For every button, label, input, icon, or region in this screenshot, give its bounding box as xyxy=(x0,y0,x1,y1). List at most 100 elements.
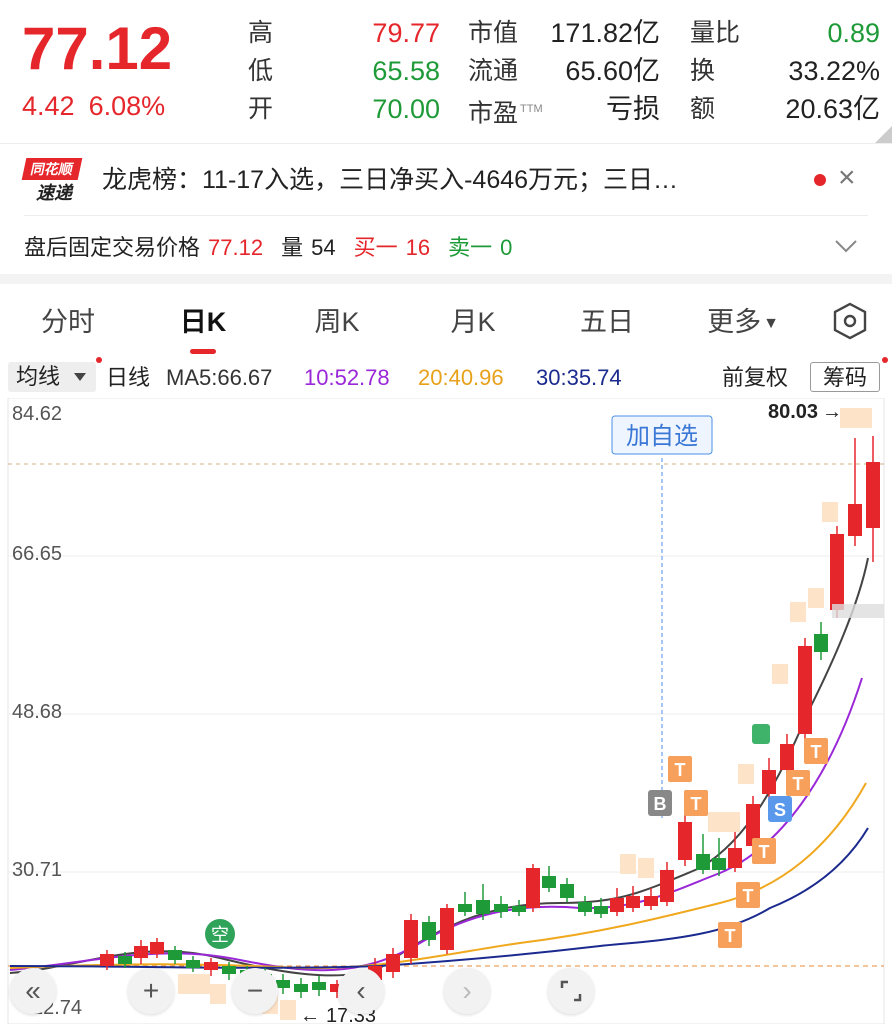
pe-ttm: TTM xyxy=(520,103,543,115)
candle-body xyxy=(644,896,658,906)
candle-body xyxy=(476,900,490,914)
svg-text:T: T xyxy=(691,794,702,814)
next-button[interactable]: › xyxy=(444,968,490,1014)
green-badge xyxy=(752,724,770,744)
tab-daily-k[interactable]: 日K xyxy=(170,300,236,344)
back-to-start-button[interactable]: « xyxy=(10,968,56,1014)
high-annotation: 80.03 xyxy=(768,401,818,423)
candle-body xyxy=(312,982,326,990)
tab-intraday[interactable]: 分时 xyxy=(36,300,100,344)
candle-body xyxy=(150,942,164,954)
candle-body xyxy=(118,956,132,964)
candle-body xyxy=(762,770,776,794)
period-label: 日线 xyxy=(106,365,151,390)
fullscreen-button[interactable] xyxy=(548,968,594,1014)
y-label: 30.71 xyxy=(12,859,62,881)
y-label: 48.68 xyxy=(12,701,62,723)
price-change: 4.42 6.08% xyxy=(22,88,179,124)
tab-five-day[interactable]: 五日 xyxy=(574,300,640,344)
news-logo: 同花顺 速递 xyxy=(21,158,84,204)
after-hours-label: 盘后固定交易价格 xyxy=(24,235,201,260)
candle-body xyxy=(678,822,692,860)
kline-chart[interactable]: 84.62 66.65 48.68 30.71 12.74 加自选 80.03 … xyxy=(0,398,892,1024)
sell1-label: 卖一 xyxy=(448,235,493,260)
chip-distribution-button[interactable]: 筹码 xyxy=(810,362,880,392)
candle-body xyxy=(440,908,454,950)
candle-body xyxy=(610,898,624,912)
candle-body xyxy=(276,980,290,988)
zoom-out-button[interactable]: − xyxy=(232,968,278,1014)
candle-body xyxy=(404,920,418,958)
prev-button[interactable]: ‹ xyxy=(338,968,384,1014)
divider xyxy=(24,215,868,216)
close-icon[interactable]: × xyxy=(838,160,856,196)
candle-body xyxy=(578,902,592,912)
mktcap-label: 市值 xyxy=(468,19,519,47)
candle-body xyxy=(100,954,114,966)
low-label: 低 xyxy=(248,57,274,85)
candle-body xyxy=(186,960,200,968)
short-marker-label: 空 xyxy=(211,925,229,945)
candle-body xyxy=(728,848,742,868)
svg-text:T: T xyxy=(811,742,822,762)
divider xyxy=(0,143,892,144)
corner-fold-icon xyxy=(874,126,892,144)
turnover-value: 33.22% xyxy=(788,56,880,86)
chevron-down-icon[interactable] xyxy=(832,232,860,260)
candle-body xyxy=(712,858,726,870)
svg-text:T: T xyxy=(675,760,686,780)
new-dot xyxy=(882,357,888,363)
candle-body xyxy=(168,950,182,960)
amount-label: 额 xyxy=(690,95,716,123)
caret-down-icon: ▼ xyxy=(763,314,779,332)
new-dot xyxy=(96,357,102,363)
low-value: 65.58 xyxy=(372,56,440,86)
tab-weekly-k[interactable]: 周K xyxy=(304,300,370,344)
candle-body xyxy=(526,868,540,908)
candle-body xyxy=(660,870,674,902)
pe-label-text: 市盈 xyxy=(468,99,519,128)
change-percent: 6.08% xyxy=(88,91,166,121)
fullscreen-icon xyxy=(560,980,582,1002)
zoom-in-button[interactable]: + xyxy=(128,968,174,1014)
candle-body xyxy=(594,906,608,914)
tab-more[interactable]: 更多 ▼ xyxy=(700,300,786,346)
svg-text:T: T xyxy=(743,886,754,906)
candle-body xyxy=(134,946,148,958)
tab-more-label: 更多 xyxy=(707,307,762,337)
unread-dot xyxy=(814,174,826,186)
add-watch-label: 加自选 xyxy=(626,423,698,450)
candle-body xyxy=(458,904,472,912)
news-headline[interactable]: 龙虎榜：11-17入选，三日净买入-4646万元；三日… xyxy=(102,162,782,198)
candle-body xyxy=(204,962,218,970)
after-hours-vol: 54 xyxy=(311,235,336,260)
candle-body xyxy=(798,646,812,734)
logo-top: 同花顺 xyxy=(21,158,83,180)
tab-monthly-k[interactable]: 月K xyxy=(440,300,506,344)
buy1-label: 买一 xyxy=(353,235,398,260)
high-label: 高 xyxy=(248,19,274,47)
section-gap xyxy=(0,274,892,284)
candle-body xyxy=(814,634,828,652)
candle-body xyxy=(494,904,508,912)
high-value: 79.77 xyxy=(372,18,440,48)
svg-text:T: T xyxy=(793,774,804,794)
candle-body xyxy=(512,906,526,912)
pe-label: 市盈 TTM xyxy=(468,90,543,132)
price-tag xyxy=(832,604,884,618)
settings-hexagon-icon[interactable] xyxy=(832,302,868,340)
change-amount: 4.42 xyxy=(22,91,75,121)
adjust-mode-button[interactable]: 前复权 xyxy=(722,364,788,392)
sell-marker-label: S xyxy=(774,800,786,820)
svg-text:T: T xyxy=(759,842,770,862)
candle-body xyxy=(780,744,794,770)
buy1-value: 16 xyxy=(405,235,431,260)
candle-body xyxy=(696,854,710,870)
arrow-left-icon: ← xyxy=(300,1005,320,1024)
after-hours-row[interactable]: 盘后固定交易价格 77.12 量 54 买一 16 卖一 0 xyxy=(24,230,520,266)
after-hours-price: 77.12 xyxy=(208,235,264,260)
pe-value: 亏损 xyxy=(606,94,660,124)
float-label: 流通 xyxy=(468,57,519,85)
dropdown-arrow-icon xyxy=(74,373,86,381)
candle-body xyxy=(294,984,308,992)
